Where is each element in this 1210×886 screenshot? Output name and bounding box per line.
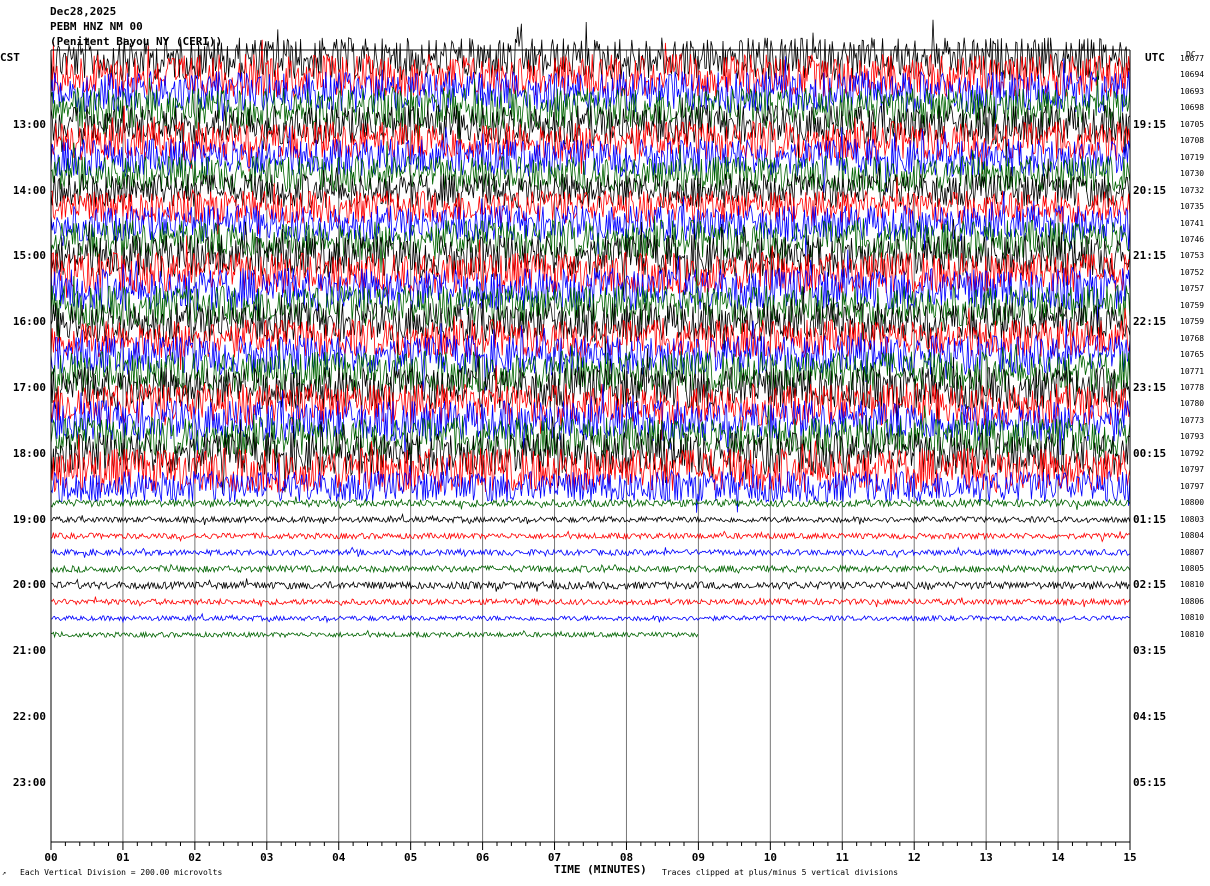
x-tick-label: 02 <box>188 851 202 864</box>
right-hour-label: 01:15 <box>1133 512 1167 526</box>
left-hour-label: 19:00 <box>12 512 46 526</box>
dc-offset-label: 10757 <box>1180 284 1205 294</box>
dc-offset-label: 10810 <box>1180 629 1205 639</box>
dc-offset-label: 10694 <box>1180 70 1205 80</box>
dc-offset-label: 10746 <box>1180 234 1205 244</box>
dc-offset-label: 10773 <box>1180 415 1205 425</box>
x-tick-label: 03 <box>260 851 274 864</box>
right-timezone-label: UTC <box>1145 51 1165 64</box>
left-hour-label: 13:00 <box>12 117 46 131</box>
trace-line <box>50 512 1131 525</box>
dc-offset-label: 10735 <box>1180 202 1205 212</box>
x-tick-label: 05 <box>404 851 418 864</box>
trace-line <box>50 612 1130 624</box>
dc-offset-label: 10771 <box>1180 366 1205 376</box>
dc-offset-label: 10759 <box>1180 317 1205 327</box>
x-tick-label: 01 <box>116 851 130 864</box>
dc-offset-label: 10730 <box>1180 169 1205 179</box>
left-timezone-label: CST <box>0 51 20 64</box>
right-hour-label: 22:15 <box>1133 315 1167 329</box>
left-hour-label: 18:00 <box>12 446 46 460</box>
right-hour-label: 20:15 <box>1133 183 1167 197</box>
x-tick-label: 12 <box>907 851 921 864</box>
right-hour-label: 21:15 <box>1133 249 1167 263</box>
trace-line <box>50 629 699 639</box>
dc-offset-label: 10693 <box>1180 86 1205 96</box>
dc-offset-label: 10792 <box>1180 448 1205 458</box>
right-hour-label: 03:15 <box>1133 644 1167 658</box>
trace-line <box>50 530 1130 543</box>
dc-offset-label: 10807 <box>1180 547 1205 557</box>
dc-offset-label: 10698 <box>1180 103 1205 113</box>
left-hour-label: 20:00 <box>12 578 46 592</box>
seismic-traces <box>50 19 1131 639</box>
dc-offset-label: 10810 <box>1180 613 1205 623</box>
right-hour-label: 00:15 <box>1133 446 1167 460</box>
right-hour-label: 05:15 <box>1133 775 1167 789</box>
x-tick-label: 13 <box>979 851 993 864</box>
trace-line <box>50 496 1131 510</box>
right-hour-label: 23:15 <box>1133 381 1167 394</box>
x-axis-title: TIME (MINUTES) <box>554 863 647 876</box>
trace-line <box>50 563 1131 574</box>
right-hour-label: 19:15 <box>1133 117 1167 131</box>
left-hour-label: 21:00 <box>12 644 46 658</box>
x-tick-label: 14 <box>1051 851 1065 864</box>
dc-offset-label: 10803 <box>1180 514 1205 524</box>
x-tick-label: 09 <box>691 851 706 864</box>
x-tick-label: 10 <box>763 851 777 864</box>
left-hour-label: 17:00 <box>12 381 46 394</box>
dc-offset-label: 10705 <box>1180 119 1205 129</box>
dc-offset-label: 10797 <box>1180 465 1205 475</box>
left-hour-label: 15:00 <box>12 249 46 263</box>
dc-offset-label: 10800 <box>1180 498 1205 508</box>
dc-offset-label: 10805 <box>1180 563 1205 573</box>
trace-line <box>50 578 1131 592</box>
right-hour-label: 04:15 <box>1133 710 1167 723</box>
dc-offset-label: 10753 <box>1180 251 1205 261</box>
helicorder-plot <box>50 19 1131 850</box>
dc-offset-label: 10677 <box>1180 54 1205 63</box>
trace-line <box>50 596 1131 608</box>
x-tick-label: 11 <box>835 851 849 864</box>
x-tick-label: 06 <box>475 851 490 864</box>
scale-note: Each Vertical Division = 200.00 microvol… <box>20 868 223 877</box>
dc-offset-label: 10797 <box>1180 481 1205 491</box>
dc-offset-label: 10741 <box>1180 218 1205 228</box>
left-hour-label: 23:00 <box>12 775 46 789</box>
left-hour-label: 16:00 <box>12 315 46 329</box>
left-hour-label: 22:00 <box>12 710 46 723</box>
trace-line <box>50 546 1131 559</box>
date-label: Dec28,2025 <box>50 5 117 18</box>
dc-offset-label: 10732 <box>1180 185 1205 195</box>
dc-offset-label: 10793 <box>1180 432 1205 442</box>
dc-offset-label: 10778 <box>1180 383 1205 392</box>
x-tick-label: 04 <box>332 851 346 864</box>
dc-offset-label: 10810 <box>1180 580 1205 590</box>
trace-line <box>50 141 1131 204</box>
dc-offset-label: 10752 <box>1180 267 1205 277</box>
dc-offset-label: 10708 <box>1180 136 1205 146</box>
clip-note: Traces clipped at plus/minus 5 vertical … <box>662 868 899 877</box>
dc-offset-label: 10804 <box>1180 531 1205 541</box>
dc-offset-label: 10719 <box>1180 152 1205 162</box>
corner-mark: ↗ <box>2 869 7 877</box>
x-tick-label: 15 <box>1123 851 1137 864</box>
x-tick-label: 00 <box>44 851 58 864</box>
right-hour-label: 02:15 <box>1133 578 1167 592</box>
dc-offset-label: 10765 <box>1180 350 1205 360</box>
left-hour-label: 14:00 <box>12 183 46 197</box>
dc-offset-label: 10759 <box>1180 300 1205 310</box>
dc-offset-label: 10806 <box>1180 596 1205 606</box>
location-label: (Penitent Bayou NY (CERI)) <box>50 35 223 48</box>
station-label: PEBM HNZ NM 00 <box>50 20 143 33</box>
dc-offset-label: 10768 <box>1180 333 1205 343</box>
dc-offset-label: 10780 <box>1180 399 1205 409</box>
